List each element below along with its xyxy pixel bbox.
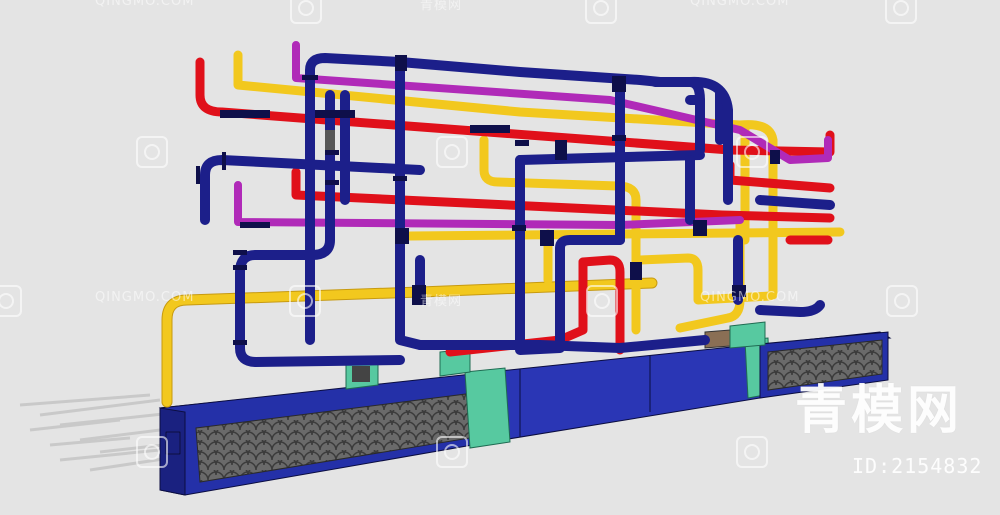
watermark-text-cn: 青模网 bbox=[420, 0, 463, 13]
watermark-logo-icon bbox=[886, 285, 918, 317]
watermark-logo-icon bbox=[136, 436, 168, 468]
watermark-logo-icon bbox=[436, 136, 468, 168]
watermark-logo-icon bbox=[585, 0, 617, 24]
image-id-label: ID:2154832 bbox=[852, 454, 983, 478]
watermark-text: QINGMO.COM bbox=[95, 290, 195, 305]
watermark-logo-icon bbox=[0, 285, 22, 317]
watermark-text: QINGMO.COM bbox=[95, 0, 195, 9]
watermark-text: QINGMO.COM bbox=[700, 290, 800, 305]
watermark-logo-icon bbox=[436, 436, 468, 468]
watermark-logo-icon bbox=[736, 436, 768, 468]
watermark-logo-icon bbox=[885, 0, 917, 24]
watermark-logo-icon bbox=[289, 285, 321, 317]
watermark-logo-icon bbox=[586, 285, 618, 317]
watermark-logo-icon bbox=[736, 136, 768, 168]
watermark-logo-icon bbox=[290, 0, 322, 24]
brand-watermark: 青模网 bbox=[795, 381, 964, 441]
watermark-logo-icon bbox=[136, 136, 168, 168]
watermark-text-cn: 青模网 bbox=[420, 294, 463, 309]
watermark-text: QINGMO.COM bbox=[690, 0, 790, 9]
